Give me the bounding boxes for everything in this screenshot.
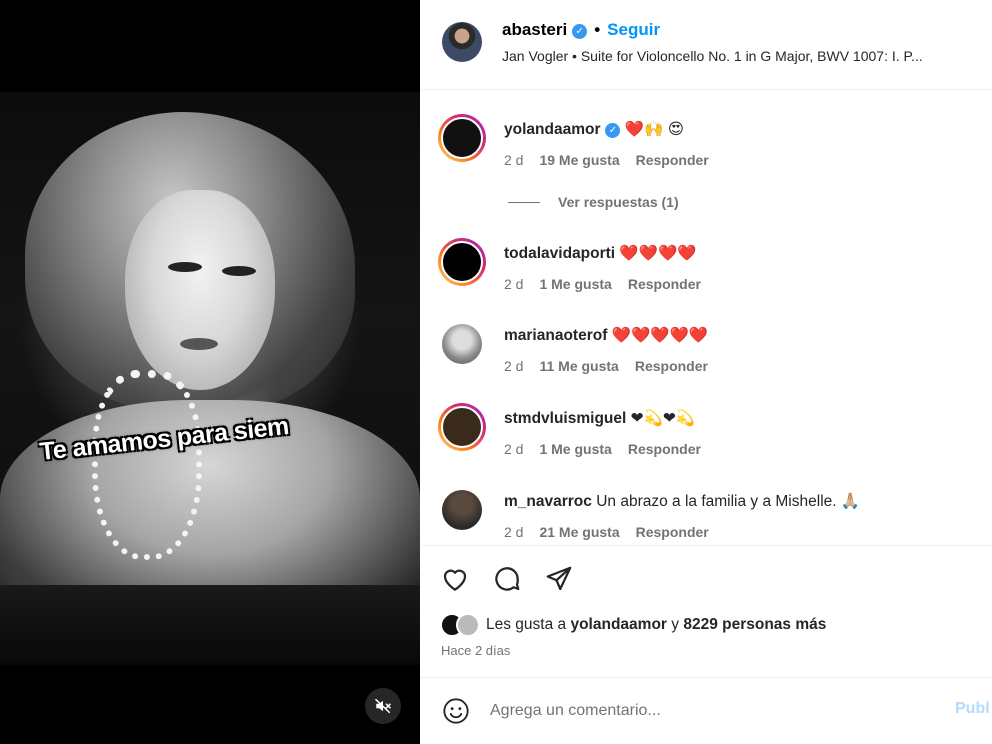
comment-meta: 2 d 1 Me gusta Responder bbox=[504, 276, 717, 292]
comment-time: 2 d bbox=[504, 358, 524, 374]
photo-lips bbox=[180, 338, 218, 350]
comment-text: ❤️❤️❤️❤️ bbox=[619, 245, 697, 262]
comment-username[interactable]: yolandaamor bbox=[504, 121, 600, 138]
post-actions: Les gusta a yolandaamor y 8229 personas … bbox=[420, 545, 992, 677]
photo-eye-left bbox=[168, 262, 202, 272]
commenter-avatar[interactable] bbox=[438, 403, 486, 451]
mute-button[interactable] bbox=[365, 688, 401, 724]
comment-likes[interactable]: 19 Me gusta bbox=[539, 152, 619, 168]
action-icons bbox=[440, 564, 574, 594]
comment-username[interactable]: stmdvluismiguel bbox=[504, 410, 626, 427]
likes-connector: y bbox=[671, 616, 680, 633]
comment-meta: 2 d 21 Me gusta Responder bbox=[504, 524, 725, 540]
comment-text: ❤️🙌 😍 bbox=[624, 121, 684, 138]
commenter-avatar[interactable] bbox=[442, 490, 482, 530]
reply-button[interactable]: Responder bbox=[635, 358, 708, 374]
reply-button[interactable]: Responder bbox=[628, 441, 701, 457]
view-replies-button[interactable]: Ver respuestas (1) bbox=[508, 194, 679, 210]
comment-meta: 2 d 1 Me gusta Responder bbox=[504, 441, 717, 457]
commenter-avatar[interactable] bbox=[442, 324, 482, 364]
comment-input[interactable] bbox=[490, 698, 930, 724]
comment-username[interactable]: marianaoterof bbox=[504, 327, 607, 344]
comment-text: ❤💫❤💫 bbox=[630, 410, 696, 427]
post-timestamp: Hace 2 días bbox=[441, 643, 511, 658]
comment-body: marianaoterof ❤️❤️❤️❤️❤️ bbox=[504, 326, 708, 345]
comment-time: 2 d bbox=[504, 276, 524, 292]
reply-button[interactable]: Responder bbox=[636, 152, 709, 168]
replies-line bbox=[508, 201, 540, 203]
comment-likes[interactable]: 1 Me gusta bbox=[539, 441, 611, 457]
comment-meta: 2 d 19 Me gusta Responder bbox=[504, 152, 725, 168]
comment-icon[interactable] bbox=[492, 564, 522, 594]
follow-button[interactable]: Seguir bbox=[607, 20, 660, 39]
share-icon[interactable] bbox=[544, 564, 574, 594]
comment-time: 2 d bbox=[504, 152, 524, 168]
comment-time: 2 d bbox=[504, 524, 524, 540]
comment-body: yolandaamor ✓ ❤️🙌 😍 bbox=[504, 120, 684, 139]
comment-likes[interactable]: 11 Me gusta bbox=[539, 358, 618, 374]
comment-time: 2 d bbox=[504, 441, 524, 457]
photo-dress bbox=[0, 585, 420, 665]
verified-badge-icon: ✓ bbox=[605, 123, 621, 138]
heart-icon[interactable] bbox=[440, 564, 470, 594]
verified-badge-icon: ✓ bbox=[572, 24, 588, 39]
comment-username[interactable]: m_navarroc bbox=[504, 493, 592, 510]
comment-meta: 2 d 11 Me gusta Responder bbox=[504, 358, 724, 374]
post-media[interactable]: Te amamos para siem bbox=[0, 0, 420, 744]
liker-avatar bbox=[456, 613, 480, 637]
author-line: abasteri ✓ • Seguir bbox=[502, 20, 660, 40]
reply-button[interactable]: Responder bbox=[636, 524, 709, 540]
likes-prefix: Les gusta a bbox=[486, 616, 567, 633]
comment-likes[interactable]: 21 Me gusta bbox=[539, 524, 619, 540]
comment-text: ❤️❤️❤️❤️❤️ bbox=[611, 327, 709, 344]
comment-text: Un abrazo a la familia y a Mishelle. 🙏🏼 bbox=[596, 493, 861, 510]
comment-likes[interactable]: 1 Me gusta bbox=[539, 276, 611, 292]
commenter-avatar[interactable] bbox=[438, 238, 486, 286]
likes-others[interactable]: 8229 personas más bbox=[683, 616, 826, 634]
separator-dot: • bbox=[594, 20, 601, 39]
add-comment-bar: Publ bbox=[420, 677, 992, 744]
comment-body: todalavidaporti ❤️❤️❤️❤️ bbox=[504, 244, 697, 263]
commenter-avatar[interactable] bbox=[438, 114, 486, 162]
reply-button[interactable]: Responder bbox=[628, 276, 701, 292]
photo-eye-right bbox=[222, 266, 256, 276]
author-avatar[interactable] bbox=[442, 22, 482, 62]
comment-body: stmdvluismiguel ❤💫❤💫 bbox=[504, 409, 695, 428]
photo-face bbox=[125, 190, 275, 390]
author-username[interactable]: abasteri bbox=[502, 20, 567, 39]
likes-summary[interactable]: Les gusta a yolandaamor y 8229 personas … bbox=[440, 613, 826, 637]
post-details-panel: abasteri ✓ • Seguir Jan Vogler • Suite for … bbox=[420, 0, 992, 744]
mute-icon bbox=[374, 698, 392, 714]
publish-button[interactable]: Publ bbox=[955, 700, 990, 718]
comments-list[interactable]: yolandaamor ✓ ❤️🙌 😍 2 d 19 Me gusta Respond… bbox=[420, 90, 992, 545]
photo-pearls bbox=[92, 370, 202, 560]
likes-user[interactable]: yolandaamor bbox=[570, 616, 666, 634]
post-header: abasteri ✓ • Seguir Jan Vogler • Suite for … bbox=[420, 0, 992, 90]
comment-username[interactable]: todalavidaporti bbox=[504, 245, 615, 262]
view-replies-label: Ver respuestas (1) bbox=[558, 194, 679, 210]
audio-track[interactable]: Jan Vogler • Suite for Violoncello No. 1… bbox=[502, 48, 982, 64]
smile-icon[interactable] bbox=[442, 697, 470, 725]
comment-body: m_navarroc Un abrazo a la familia y a Mi… bbox=[504, 492, 860, 511]
